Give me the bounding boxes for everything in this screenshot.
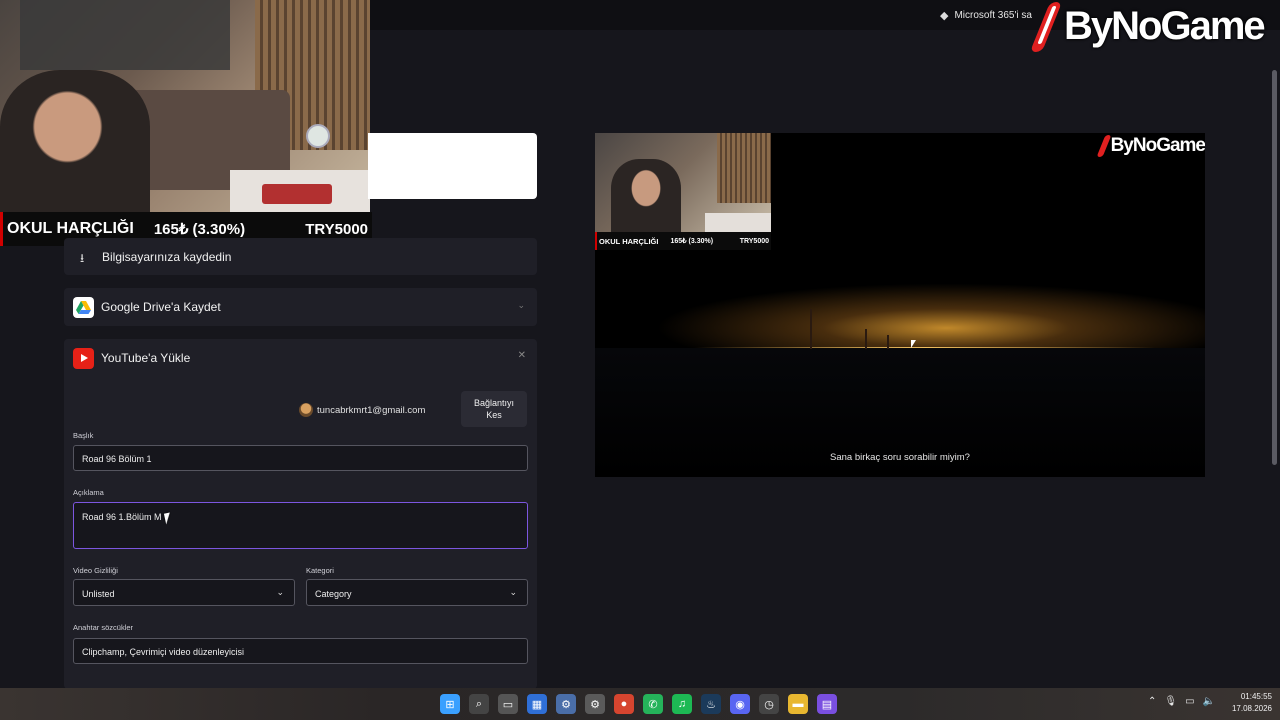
keywords-input[interactable]: Clipchamp, Çevrimiçi video düzenleyicisi xyxy=(73,638,528,664)
preview-webcam xyxy=(595,133,771,232)
category-select[interactable]: Category ⌄ xyxy=(306,579,528,606)
webcam-overlay xyxy=(0,0,370,212)
visibility-select[interactable]: Unlisted ⌄ xyxy=(73,579,295,606)
clock-app-icon[interactable]: ◷ xyxy=(759,694,779,714)
download-icon: ⭳ xyxy=(80,251,85,265)
disconnect-button[interactable]: Bağlantıyı Kes xyxy=(461,391,527,427)
avatar xyxy=(299,403,313,417)
save-to-computer-option[interactable]: ⭳ Bilgisayarınıza kaydedin xyxy=(64,238,537,275)
visibility-value: Unlisted xyxy=(82,589,115,599)
volume-icon[interactable]: 🔈 xyxy=(1203,696,1215,707)
ms-promo-text: Microsoft 365'i sa xyxy=(954,10,1032,21)
whatsapp-icon[interactable]: ✆ xyxy=(643,694,663,714)
close-icon[interactable]: ✕ xyxy=(518,350,526,361)
description-input[interactable]: Road 96 1.Bölüm M xyxy=(73,502,528,549)
video-preview[interactable]: OKUL HARÇLIĞI 165₺ (3.30%) TRY5000 ByNoG… xyxy=(595,133,1205,477)
scrollbar-thumb[interactable] xyxy=(1272,70,1277,465)
diamond-icon: ◆ xyxy=(940,10,949,22)
ticker-title: OKUL HARÇLIĞI xyxy=(7,220,134,237)
youtube-account: tuncabrkmrt1@gmail.com xyxy=(299,403,425,417)
brand-watermark: ByNoGame xyxy=(1030,2,1266,50)
display-icon[interactable]: ▭ xyxy=(1185,696,1194,707)
chevron-down-icon: ⌄ xyxy=(276,587,284,597)
windows-start-icon[interactable]: ⊞ xyxy=(440,694,460,714)
save-to-computer-label: Bilgisayarınıza kaydedin xyxy=(102,250,232,264)
keywords-label: Anahtar sözcükler xyxy=(73,623,134,632)
task-view-icon[interactable]: ▭ xyxy=(498,694,518,714)
clock-time: 01:45:55 xyxy=(1240,692,1272,701)
category-value: Category xyxy=(315,589,352,599)
store-icon[interactable]: ▦ xyxy=(527,694,547,714)
streamer xyxy=(0,70,150,212)
discord-icon[interactable]: ◉ xyxy=(730,694,750,714)
page-scrollbar[interactable] xyxy=(1270,30,1280,688)
description-label: Açıklama xyxy=(73,488,104,497)
google-drive-label: Google Drive'a Kaydet xyxy=(101,300,221,314)
microphone-icon[interactable]: 🎙 xyxy=(1164,696,1177,707)
youtube-upload-panel: YouTube'a Yükle ✕ tuncabrkmrt1@gmail.com… xyxy=(64,339,537,689)
search-icon[interactable]: ⌕ xyxy=(469,694,489,714)
clipchamp-icon[interactable]: ▤ xyxy=(817,694,837,714)
chrome-icon[interactable]: ● xyxy=(614,694,634,714)
google-drive-option[interactable]: Google Drive'a Kaydet ⌄ xyxy=(64,288,537,326)
chevron-up-icon[interactable]: ⌃ xyxy=(1148,696,1156,707)
spotify-icon[interactable]: ♫ xyxy=(672,694,692,714)
system-tray: ⌃ 🎙 ▭ 🔈 xyxy=(1148,696,1215,707)
taskbar-apps: ⊞ ⌕ ▭ ▦ ⚙ ⚙ ● ✆ ♫ ♨ ◉ ◷ ▬ ▤ xyxy=(440,694,837,714)
preview-brand-logo: ByNoGame xyxy=(1097,135,1205,157)
ticker-goal: TRY5000 xyxy=(305,220,368,238)
chevron-down-icon: ⌄ xyxy=(509,587,517,597)
system-clock[interactable]: 01:45:55 17.08.2026 xyxy=(1228,691,1272,715)
steam-icon[interactable]: ♨ xyxy=(701,694,721,714)
title-label: Başlık xyxy=(73,431,94,440)
chevron-down-icon[interactable]: ⌄ xyxy=(517,300,525,311)
visibility-label: Video Gizliliği xyxy=(73,566,118,575)
ticker-amount: 165₺ (3.30%) xyxy=(153,221,246,238)
account-email: tuncabrkmrt1@gmail.com xyxy=(317,404,426,416)
brand-logo-text: ByNoGame xyxy=(1064,3,1266,48)
brand-logo-icon xyxy=(1030,2,1060,50)
preview-subtitle: Sana birkaç soru sorabilir miyim? xyxy=(830,452,970,463)
microsoft-365-promo[interactable]: ◆ Microsoft 365'i sa xyxy=(940,9,1032,22)
file-explorer-icon[interactable]: ▬ xyxy=(788,694,808,714)
youtube-icon xyxy=(73,348,94,369)
settings-gear-icon[interactable]: ⚙ xyxy=(556,694,576,714)
game-cursor-icon xyxy=(911,340,916,348)
export-header-card xyxy=(368,133,537,199)
settings-alt-icon[interactable]: ⚙ xyxy=(585,694,605,714)
clock-date: 17.08.2026 xyxy=(1231,704,1272,713)
category-label: Kategori xyxy=(306,566,334,575)
brand-logo-icon xyxy=(1097,135,1109,157)
google-drive-icon xyxy=(73,297,94,318)
title-input[interactable]: Road 96 Bölüm 1 xyxy=(73,445,528,471)
windows-taskbar: ⊞ ⌕ ▭ ▦ ⚙ ⚙ ● ✆ ♫ ♨ ◉ ◷ ▬ ▤ ⌃ 🎙 ▭ 🔈 01:45:55 17.08.20… xyxy=(0,688,1280,720)
screen: ◆ Microsoft 365'i sa OKUL HARÇLIĞI 165₺ … xyxy=(0,0,1280,720)
preview-ticker: OKUL HARÇLIĞI 165₺ (3.30%) TRY5000 xyxy=(595,232,771,250)
youtube-upload-label: YouTube'a Yükle xyxy=(101,351,191,365)
